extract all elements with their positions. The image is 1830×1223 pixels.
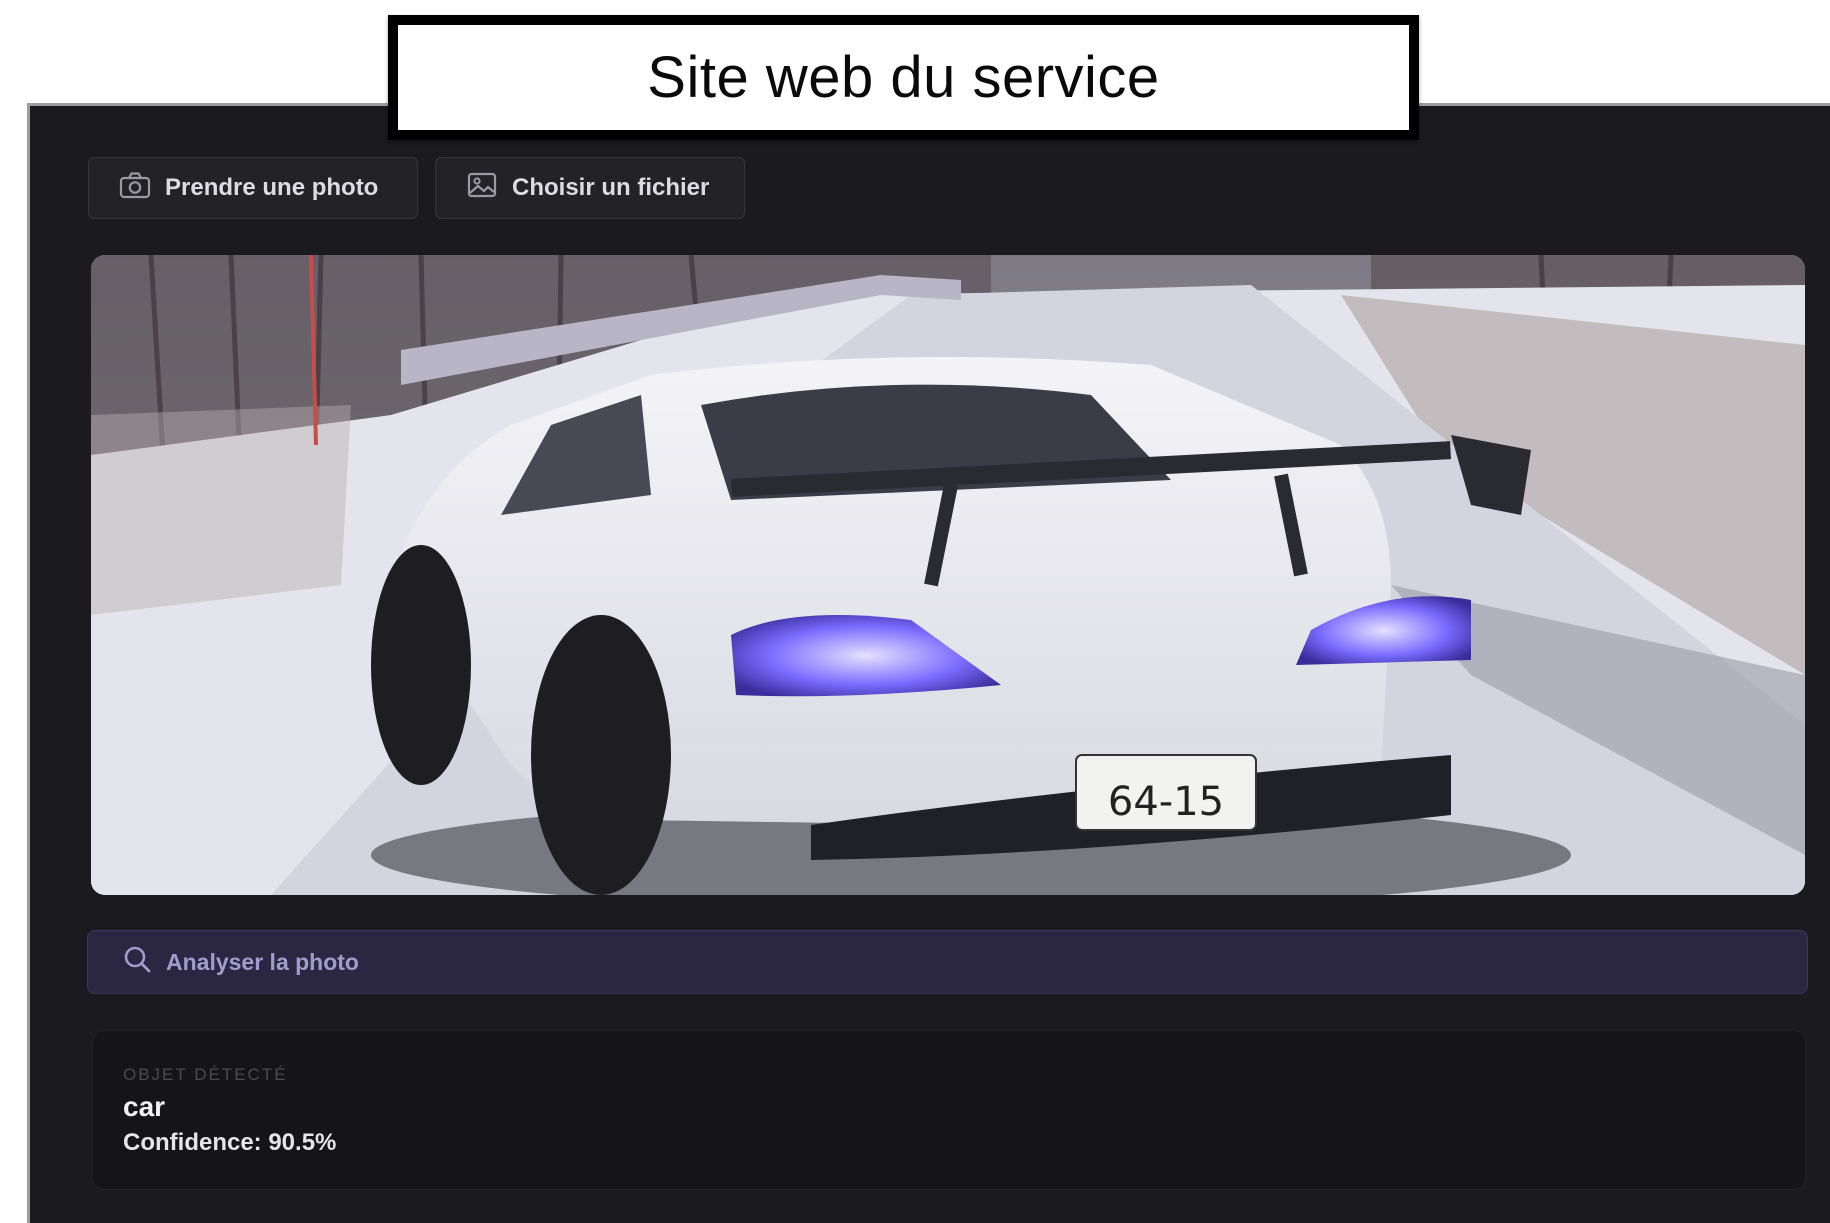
detection-result-card: OBJET DÉTECTÉ car Confidence: 90.5%	[92, 1030, 1806, 1190]
photo-preview: 64-15	[91, 255, 1805, 895]
choose-file-button[interactable]: Choisir un fichier	[435, 157, 745, 219]
analyze-photo-label: Analyser la photo	[166, 948, 359, 975]
camera-icon	[119, 171, 151, 206]
image-file-icon	[466, 171, 498, 206]
take-photo-label: Prendre une photo	[165, 174, 379, 201]
screenshot-caption: Site web du service	[388, 15, 1419, 140]
result-heading: OBJET DÉTECTÉ	[123, 1065, 288, 1084]
analyze-photo-button[interactable]: Analyser la photo	[87, 930, 1808, 994]
detected-class: car	[123, 1091, 166, 1122]
search-icon	[122, 944, 152, 980]
confidence-value: Confidence: 90.5%	[123, 1129, 337, 1156]
caption-text: Site web du service	[647, 45, 1160, 110]
license-plate-text: 64-15	[1108, 779, 1224, 825]
take-photo-button[interactable]: Prendre une photo	[88, 157, 418, 219]
choose-file-label: Choisir un fichier	[512, 174, 710, 201]
